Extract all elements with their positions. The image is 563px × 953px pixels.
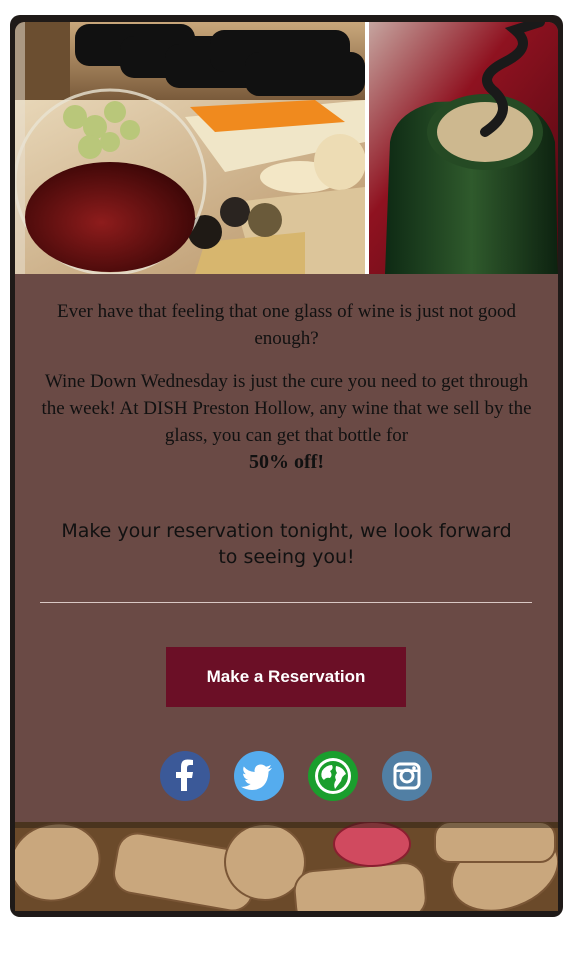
promo-body: Wine Down Wednesday is just the cure you… (41, 371, 532, 446)
hero-image (15, 22, 558, 274)
website-globe-icon[interactable] (308, 751, 358, 801)
divider (40, 602, 532, 603)
corks-footer-image (15, 822, 558, 911)
facebook-icon[interactable] (160, 751, 210, 801)
email-card: Ever have that feeling that one glass of… (15, 22, 558, 911)
closing-text: Make your reservation tonight, we look f… (61, 520, 512, 568)
promo-offer: 50% off! (249, 451, 324, 473)
twitter-icon[interactable] (234, 751, 284, 801)
make-reservation-button[interactable]: Make a Reservation (166, 647, 406, 707)
instagram-icon[interactable] (382, 751, 432, 801)
intro-text: Ever have that feeling that one glass of… (56, 301, 517, 349)
promo-text: Wine Down Wednesday is just the cure you… (35, 368, 538, 476)
